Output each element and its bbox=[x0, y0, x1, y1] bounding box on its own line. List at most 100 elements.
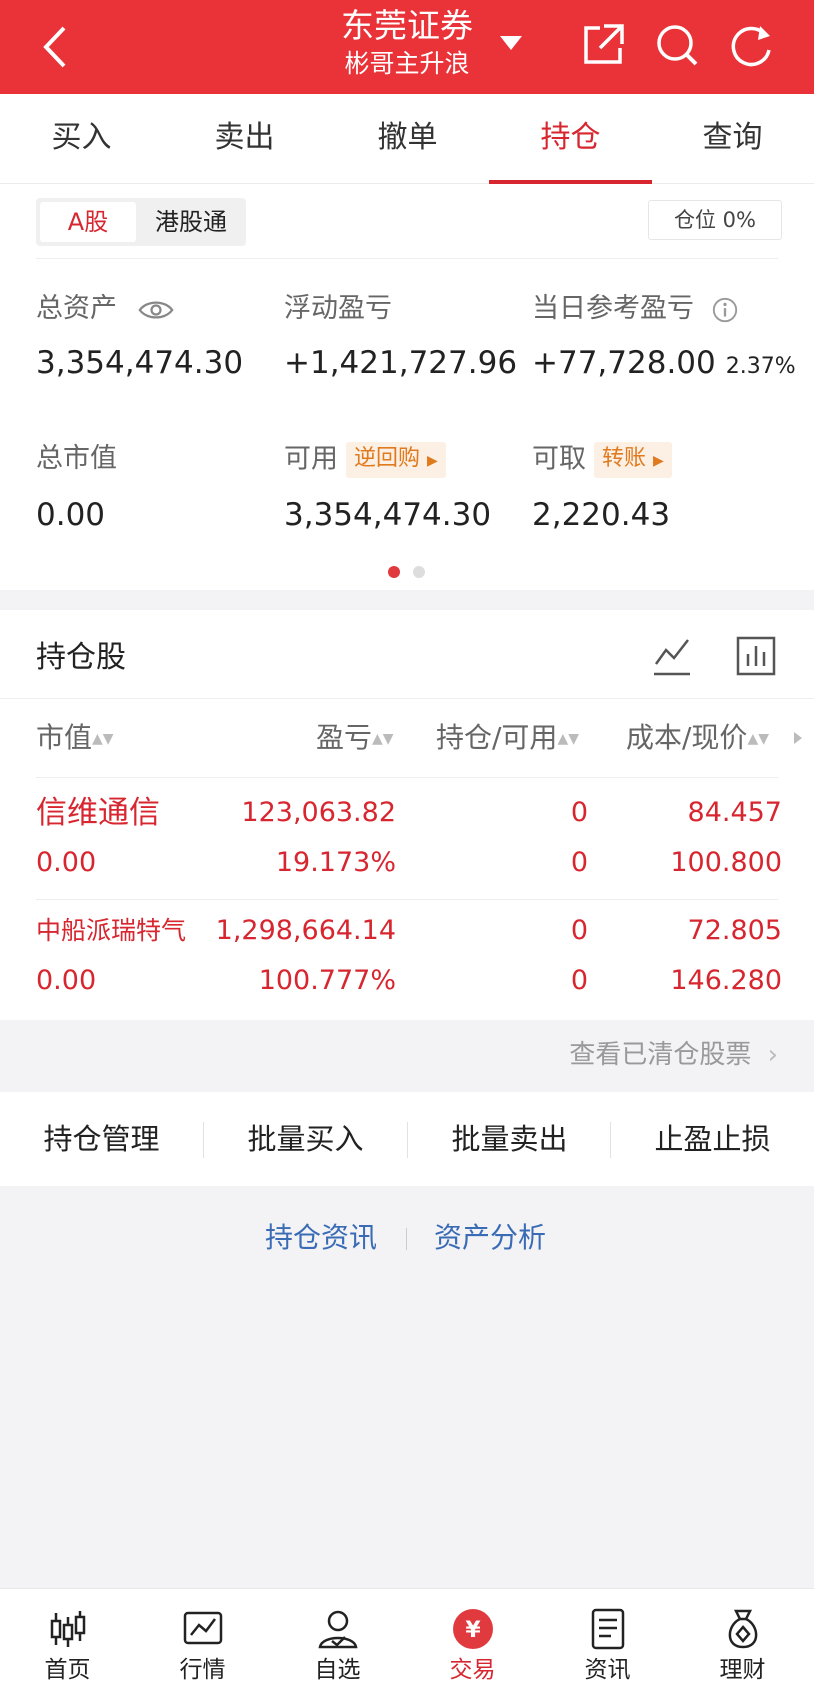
reverse-repo-label: 逆回购 bbox=[354, 446, 421, 471]
stock-available: 0 bbox=[570, 847, 588, 878]
share-icon[interactable] bbox=[578, 20, 628, 70]
stock-position: 0 bbox=[570, 915, 588, 946]
money-bag-icon bbox=[728, 1609, 758, 1649]
stock-cost: 72.805 bbox=[687, 915, 782, 946]
available-label-text: 可用 bbox=[284, 443, 338, 475]
holdings-title: 持仓股 bbox=[36, 640, 126, 675]
stock-available: 0 bbox=[570, 965, 588, 996]
search-icon[interactable] bbox=[652, 20, 702, 70]
cleared-stocks-label: 查看已清仓股票 bbox=[569, 1040, 752, 1070]
trade-tabs: 买入 卖出 撤单 持仓 查询 bbox=[0, 94, 814, 184]
sort-icon: ▲▼ bbox=[557, 731, 579, 747]
stock-name: 信维通信 bbox=[36, 795, 160, 831]
nav-watchlist[interactable]: 自选 bbox=[270, 1589, 405, 1700]
col-cost-price[interactable]: 成本/现价▲▼ bbox=[626, 720, 769, 757]
candlestick-icon bbox=[50, 1611, 86, 1647]
col-pl[interactable]: 盈亏▲▼ bbox=[316, 720, 394, 757]
total-assets-value: 3,354,474.30 bbox=[36, 345, 244, 381]
divider bbox=[0, 698, 814, 699]
bottom-links: 持仓资讯 资产分析 bbox=[0, 1218, 814, 1258]
holdings-panel: 持仓股 市值▲▼ 盈亏▲▼ 持仓/可用▲▼ 成本/现价▲▼ 信维通信 0.00 … bbox=[0, 610, 814, 1020]
chevron-right-icon[interactable] bbox=[792, 730, 804, 746]
stock-position: 0 bbox=[570, 797, 588, 828]
cleared-stocks-link[interactable]: 查看已清仓股票 › bbox=[569, 1038, 778, 1072]
stock-market-value: 0.00 bbox=[36, 965, 97, 996]
available-label: 可用 逆回购 ▶ bbox=[284, 442, 446, 478]
tab-cancel[interactable]: 撤单 bbox=[326, 94, 489, 184]
nav-label: 行情 bbox=[179, 1657, 226, 1683]
col-pl-label: 盈亏 bbox=[316, 721, 373, 754]
col-position-label: 持仓/可用 bbox=[436, 721, 558, 754]
daily-pl-label-text: 当日参考盈亏 bbox=[532, 293, 694, 324]
tab-buy[interactable]: 买入 bbox=[0, 94, 163, 184]
stock-pl: 123,063.82 bbox=[241, 797, 396, 828]
position-ratio-badge: 仓位 0% bbox=[648, 200, 782, 240]
floating-pl-label: 浮动盈亏 bbox=[284, 293, 392, 324]
market-option-hk-connect[interactable]: 港股通 bbox=[140, 202, 242, 242]
yen-icon: ¥ bbox=[453, 1609, 493, 1649]
stock-cost: 84.457 bbox=[687, 797, 782, 828]
user-check-icon bbox=[318, 1610, 358, 1649]
asset-analysis-link[interactable]: 资产分析 bbox=[434, 1218, 546, 1258]
nav-label: 自选 bbox=[314, 1657, 361, 1683]
stock-pl: 1,298,664.14 bbox=[215, 915, 396, 946]
sort-icon: ▲▼ bbox=[747, 731, 769, 747]
sort-icon: ▲▼ bbox=[372, 731, 394, 747]
manage-holdings-button[interactable]: 持仓管理 bbox=[0, 1092, 203, 1186]
batch-sell-button[interactable]: 批量卖出 bbox=[408, 1092, 611, 1186]
nav-wealth[interactable]: 理财 bbox=[675, 1589, 810, 1700]
app-header: 东莞证券 彬哥主升浪 bbox=[0, 0, 814, 94]
document-icon bbox=[591, 1608, 625, 1650]
nav-label: 交易 bbox=[449, 1657, 496, 1683]
take-profit-stop-loss-button[interactable]: 止盈止损 bbox=[611, 1092, 814, 1186]
stock-name: 中船派瑞特气 bbox=[36, 916, 187, 945]
caret-down-icon[interactable] bbox=[498, 33, 524, 53]
col-market-value[interactable]: 市值▲▼ bbox=[36, 720, 114, 757]
batch-buy-button[interactable]: 批量买入 bbox=[204, 1092, 407, 1186]
col-market-value-label: 市值 bbox=[36, 721, 93, 754]
daily-pl-amount: +77,728.00 bbox=[532, 345, 716, 381]
divider bbox=[36, 777, 778, 778]
stock-price: 146.280 bbox=[670, 965, 782, 996]
nav-home[interactable]: 首页 bbox=[0, 1589, 135, 1700]
daily-pl-percent: 2.37% bbox=[725, 354, 796, 379]
sort-icon: ▲▼ bbox=[92, 731, 114, 747]
chevron-right-icon: › bbox=[767, 1040, 778, 1070]
transfer-button[interactable]: 转账 ▶ bbox=[594, 442, 672, 478]
col-position[interactable]: 持仓/可用▲▼ bbox=[436, 720, 579, 757]
tab-sell[interactable]: 卖出 bbox=[163, 94, 326, 184]
svg-text:¥: ¥ bbox=[465, 1618, 481, 1643]
info-icon[interactable] bbox=[711, 296, 739, 324]
market-value-value: 0.00 bbox=[36, 497, 106, 533]
asset-summary: A股 港股通 仓位 0% 总资产 3,354,474.30 浮动盈亏 +1,42… bbox=[0, 184, 814, 590]
nav-news[interactable]: 资讯 bbox=[540, 1589, 675, 1700]
chart-icon bbox=[183, 1611, 223, 1645]
reverse-repo-button[interactable]: 逆回购 ▶ bbox=[346, 442, 446, 478]
divider bbox=[36, 899, 778, 900]
refresh-icon[interactable] bbox=[726, 20, 776, 70]
tab-holdings[interactable]: 持仓 bbox=[489, 94, 652, 184]
transfer-label: 转账 bbox=[602, 446, 647, 471]
line-chart-icon[interactable] bbox=[650, 634, 694, 678]
nav-label: 资讯 bbox=[584, 1657, 631, 1683]
nav-trade[interactable]: ¥ 交易 bbox=[405, 1589, 540, 1700]
available-value: 3,354,474.30 bbox=[284, 497, 492, 533]
bar-chart-icon[interactable] bbox=[734, 634, 778, 678]
play-arrow-icon: ▶ bbox=[653, 453, 664, 469]
holdings-news-link[interactable]: 持仓资讯 bbox=[265, 1218, 377, 1258]
withdrawable-value: 2,220.43 bbox=[532, 497, 671, 533]
page-indicator bbox=[413, 566, 425, 578]
total-assets-label: 总资产 bbox=[36, 292, 174, 326]
stock-price: 100.800 bbox=[670, 847, 782, 878]
play-arrow-icon: ▶ bbox=[427, 453, 438, 469]
stock-pl-percent: 100.777% bbox=[258, 965, 396, 996]
daily-pl-value: +77,728.00 2.37% bbox=[532, 344, 796, 386]
stock-market-value: 0.00 bbox=[36, 847, 97, 878]
market-value-label: 总市值 bbox=[36, 443, 117, 474]
holdings-actions: 持仓管理 批量买入 批量卖出 止盈止损 bbox=[0, 1092, 814, 1186]
nav-market[interactable]: 行情 bbox=[135, 1589, 270, 1700]
tab-query[interactable]: 查询 bbox=[651, 94, 814, 184]
floating-pl-value: +1,421,727.96 bbox=[284, 345, 518, 381]
market-option-a-share[interactable]: A股 bbox=[40, 202, 136, 242]
eye-icon[interactable] bbox=[138, 298, 174, 322]
